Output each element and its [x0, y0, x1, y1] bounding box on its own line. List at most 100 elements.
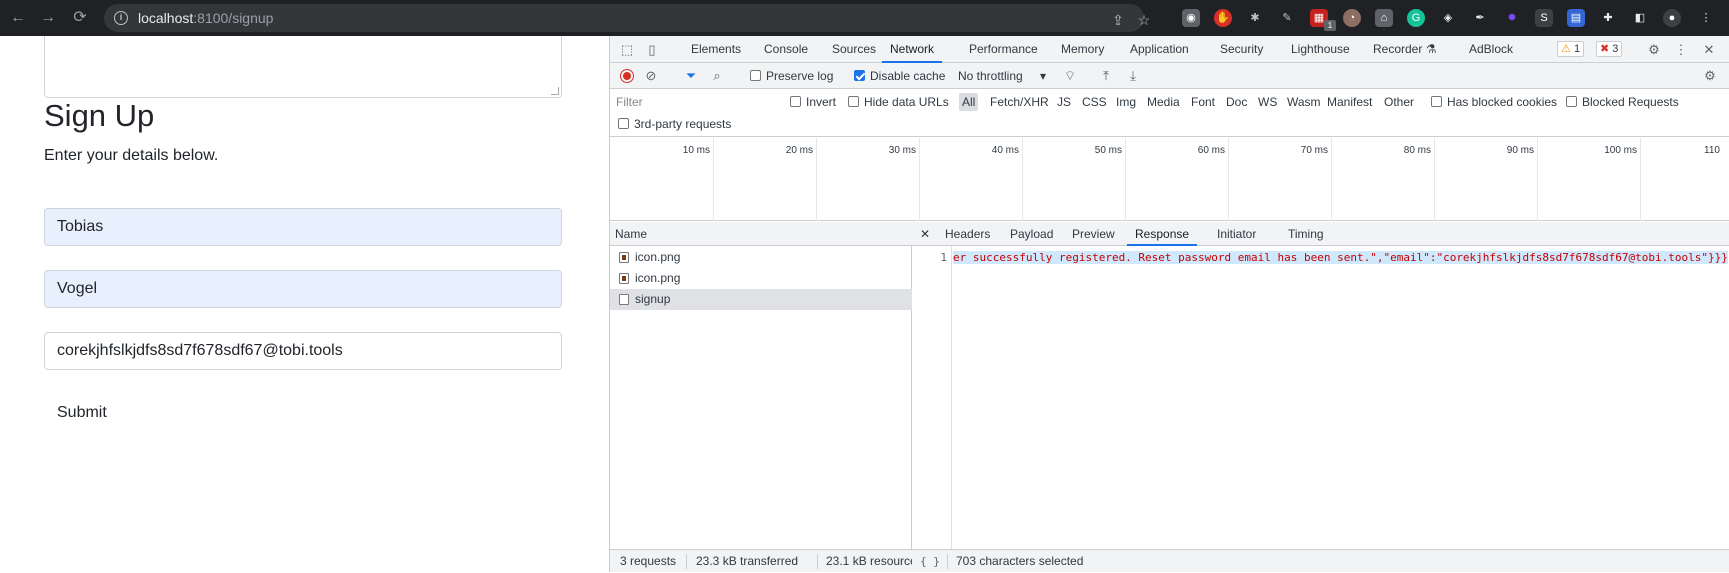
- filter-type-all[interactable]: All: [959, 93, 979, 111]
- pen-extension-icon[interactable]: ✒: [1471, 9, 1489, 27]
- sun-extension-icon[interactable]: ✹: [1503, 9, 1521, 27]
- tab-performance[interactable]: Performance: [969, 36, 1038, 63]
- first-name-field[interactable]: Tobias: [44, 208, 562, 246]
- profile-avatar[interactable]: ●: [1663, 9, 1681, 27]
- puzzle-icon[interactable]: ✚: [1599, 9, 1617, 27]
- third-party-checkbox[interactable]: 3rd-party requests: [618, 111, 731, 137]
- network-status-bar: 3 requests 23.3 kB transferred 23.1 kB r…: [610, 549, 1729, 572]
- disable-cache-checkbox[interactable]: Disable cache: [854, 63, 945, 89]
- layers-extension-icon[interactable]: ◈: [1439, 9, 1457, 27]
- selection-status: 703 characters selected: [956, 554, 1084, 568]
- last-name-field[interactable]: Vogel: [44, 270, 562, 308]
- close-devtools-icon[interactable]: ✕: [1701, 42, 1717, 58]
- filter-input[interactable]: Filter: [614, 93, 778, 111]
- inspect-element-icon[interactable]: ⬚: [619, 42, 635, 58]
- address-bar[interactable]: i localhost:8100/signup ⇪ ☆: [104, 4, 1150, 32]
- pretty-print-icon[interactable]: { }: [920, 550, 940, 573]
- message-textarea[interactable]: [44, 36, 562, 98]
- preserve-log-checkbox[interactable]: Preserve log: [750, 63, 833, 89]
- bookmark-star-icon[interactable]: ☆: [1136, 12, 1152, 28]
- response-text: er successfully registered. Reset passwo…: [953, 251, 1728, 264]
- site-info-icon[interactable]: i: [114, 11, 128, 25]
- filter-icon[interactable]: ⏷: [683, 68, 699, 84]
- timeline-tick-label: 30 ms: [888, 145, 916, 156]
- back-icon[interactable]: ←: [8, 8, 28, 28]
- warnings-badge[interactable]: ⚠ 1: [1557, 41, 1585, 57]
- tab-payload[interactable]: Payload: [1010, 222, 1053, 246]
- device-toolbar-icon[interactable]: ▯: [644, 42, 660, 58]
- timeline-tick-label: 80 ms: [1403, 145, 1431, 156]
- filter-type-img[interactable]: Img: [1113, 93, 1139, 111]
- blocked-requests-checkbox[interactable]: Blocked Requests: [1566, 89, 1679, 115]
- record-icon[interactable]: [620, 69, 634, 83]
- tab-security[interactable]: Security: [1220, 36, 1263, 63]
- tab-memory[interactable]: Memory: [1061, 36, 1104, 63]
- timeline-tick-label: 10 ms: [682, 145, 710, 156]
- tab-lighthouse[interactable]: Lighthouse: [1291, 36, 1350, 63]
- filter-type-doc[interactable]: Doc: [1223, 93, 1250, 111]
- hide-data-urls-checkbox[interactable]: Hide data URLs: [848, 89, 949, 115]
- stop-extension-icon[interactable]: ✋: [1214, 9, 1232, 27]
- share-icon[interactable]: ⇪: [1110, 12, 1126, 28]
- close-detail-icon[interactable]: ✕: [920, 222, 930, 246]
- column-header-name[interactable]: Name: [610, 222, 912, 246]
- tab-application[interactable]: Application: [1130, 36, 1189, 63]
- tab-elements[interactable]: Elements: [691, 36, 741, 63]
- request-row[interactable]: icon.png: [610, 247, 912, 268]
- submit-button[interactable]: Submit: [57, 404, 107, 422]
- resize-handle-icon[interactable]: [551, 87, 559, 95]
- grammarly-icon[interactable]: G: [1407, 9, 1425, 27]
- image-file-icon: [619, 273, 629, 284]
- tab-recorder[interactable]: Recorder ⚗: [1373, 36, 1436, 63]
- camera-extension-icon[interactable]: ◉: [1182, 9, 1200, 27]
- throttling-select[interactable]: No throttling ▾: [958, 63, 1046, 89]
- s-extension-icon[interactable]: S: [1535, 9, 1553, 27]
- owl-extension-icon[interactable]: ◔: [1343, 9, 1361, 27]
- tab-preview[interactable]: Preview: [1072, 222, 1115, 246]
- timeline-gridline: [1228, 138, 1229, 221]
- tab-network[interactable]: Network: [882, 36, 943, 63]
- web-extension-icon[interactable]: ▤: [1567, 9, 1585, 27]
- tab-response[interactable]: Response: [1127, 222, 1198, 246]
- network-conditions-icon[interactable]: ⌔: [1062, 68, 1078, 84]
- filter-type-ws[interactable]: WS: [1255, 93, 1280, 111]
- status-divider: [686, 554, 687, 569]
- filter-type-js[interactable]: JS: [1054, 93, 1074, 111]
- wrench-extension-icon[interactable]: ✎: [1278, 9, 1296, 27]
- bookmark-extension-icon[interactable]: ⌂: [1375, 9, 1393, 27]
- clear-icon[interactable]: ⊘: [643, 68, 659, 84]
- tab-headers[interactable]: Headers: [945, 222, 990, 246]
- tab-timing[interactable]: Timing: [1288, 222, 1324, 246]
- filter-type-font[interactable]: Font: [1188, 93, 1218, 111]
- errors-badge[interactable]: ✖ 3: [1596, 41, 1623, 57]
- filter-type-manifest[interactable]: Manifest: [1324, 93, 1375, 111]
- email-field[interactable]: corekjhfslkjdfs8sd7f678sdf67@tobi.tools: [44, 332, 562, 370]
- tab-adblock[interactable]: AdBlock: [1469, 36, 1513, 63]
- has-blocked-cookies-checkbox[interactable]: Has blocked cookies: [1431, 89, 1557, 115]
- import-har-icon[interactable]: ⤒: [1098, 68, 1114, 84]
- devtools-more-icon[interactable]: ⋮: [1673, 42, 1689, 58]
- response-body[interactable]: er successfully registered. Reset passwo…: [953, 250, 1729, 266]
- filter-type-css[interactable]: CSS: [1079, 93, 1110, 111]
- invert-checkbox[interactable]: Invert: [790, 89, 836, 115]
- more-menu-icon[interactable]: ⋮: [1697, 9, 1715, 27]
- network-timeline-overview[interactable]: 10 ms 20 ms 30 ms 40 ms 50 ms 60 ms 70 m…: [610, 138, 1729, 221]
- request-row[interactable]: icon.png: [610, 268, 912, 289]
- filter-type-fetch-xhr[interactable]: Fetch/XHR: [987, 93, 1052, 111]
- image-file-icon: [619, 252, 629, 263]
- forward-icon[interactable]: →: [38, 8, 58, 28]
- gear-extension-icon[interactable]: ✱: [1246, 9, 1264, 27]
- tab-initiator[interactable]: Initiator: [1217, 222, 1256, 246]
- filter-type-wasm[interactable]: Wasm: [1284, 93, 1324, 111]
- settings-gear-icon[interactable]: ⚙: [1646, 42, 1662, 58]
- search-icon[interactable]: ⌕: [709, 68, 725, 84]
- reload-icon[interactable]: ⟳: [70, 8, 90, 28]
- side-panel-icon[interactable]: ◧: [1631, 9, 1649, 27]
- filter-type-media[interactable]: Media: [1144, 93, 1183, 111]
- tab-sources[interactable]: Sources: [832, 36, 876, 63]
- filter-type-other[interactable]: Other: [1381, 93, 1417, 111]
- network-settings-icon[interactable]: ⚙: [1702, 68, 1718, 84]
- tab-console[interactable]: Console: [764, 36, 808, 63]
- export-har-icon[interactable]: ⤓: [1125, 68, 1141, 84]
- request-row[interactable]: signup: [610, 289, 912, 310]
